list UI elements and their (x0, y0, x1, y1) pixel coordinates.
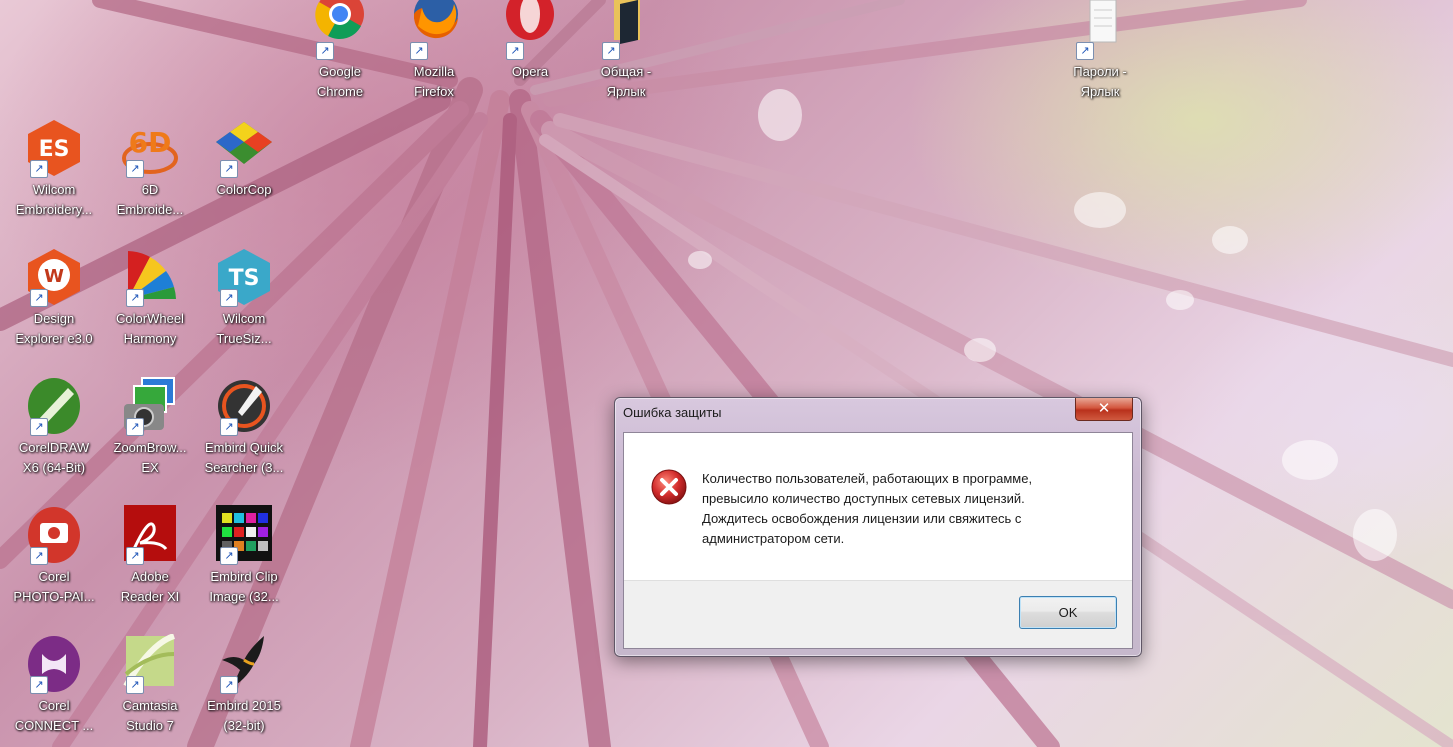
shortcut-arrow-icon: ↗ (410, 42, 428, 60)
firefox-icon-frame: ↗ (404, 0, 464, 60)
shortcut-arrow-icon: ↗ (126, 418, 144, 436)
document-icon-frame: ↗ (1070, 0, 1130, 60)
desktop-icon-wilcom-truesizer[interactable]: TS ↗ Wilcom TrueSiz... (198, 247, 290, 349)
desktop-icon-corel-photopaint[interactable]: ↗ Corel PHOTO-PAI... (8, 505, 100, 607)
embird-quick-icon-frame: ↗ (214, 376, 274, 436)
desktop-icon-label: Общая - Ярлык (600, 64, 652, 99)
desktop-icon-label: Wilcom Embroidery... (15, 182, 93, 217)
desktop-icon-label: ColorCop (216, 182, 272, 197)
camtasia-icon-frame: ↗ (120, 634, 180, 694)
opera-icon-frame: ↗ (500, 0, 560, 60)
desktop-icon-wilcom-es[interactable]: ES ↗ Wilcom Embroidery... (8, 118, 100, 220)
svg-text:W: W (44, 266, 64, 287)
corel-connect-icon-frame: ↗ (24, 634, 84, 694)
shortcut-arrow-icon: ↗ (30, 289, 48, 307)
security-error-dialog: Ошибка защиты ✕ Количество пользователей… (614, 397, 1142, 657)
coreldraw-icon-frame: ↗ (24, 376, 84, 436)
desktop-icon-embird-2015[interactable]: ↗ Embird 2015 (32-bit) (198, 634, 290, 736)
svg-text:6D: 6D (129, 126, 172, 159)
shortcut-arrow-icon: ↗ (30, 547, 48, 565)
svg-text:TS: TS (229, 266, 260, 291)
error-message: Количество пользователей, работающих в п… (702, 471, 1033, 546)
colorcop-icon-frame: ↗ (214, 118, 274, 178)
shortcut-arrow-icon: ↗ (126, 289, 144, 307)
shortcut-arrow-icon: ↗ (1076, 42, 1094, 60)
desktop-icon-label: 6D Embroide... (116, 182, 184, 217)
shortcut-arrow-icon: ↗ (602, 42, 620, 60)
design-explorer-icon-frame: W ↗ (24, 247, 84, 307)
desktop-icon-embird-quick[interactable]: ↗ Embird Quick Searcher (3... (198, 376, 290, 478)
folder-icon-frame: ↗ (596, 0, 656, 60)
desktop-icon-mozilla-firefox[interactable]: ↗ Mozilla Firefox (388, 0, 480, 102)
desktop-icon-label: Corel CONNECT ... (14, 698, 94, 733)
desktop-icon-design-explorer[interactable]: W ↗ Design Explorer e3.0 (8, 247, 100, 349)
shortcut-arrow-icon: ↗ (316, 42, 334, 60)
shortcut-arrow-icon: ↗ (220, 418, 238, 436)
close-button[interactable]: ✕ (1075, 398, 1133, 421)
desktop-icon-opera[interactable]: ↗ Opera (484, 0, 576, 82)
dialog-body: Количество пользователей, работающих в п… (623, 432, 1133, 649)
desktop-icon-label: Google Chrome (316, 64, 364, 99)
desktop-icon-label: Camtasia Studio 7 (122, 698, 178, 733)
desktop-icon-label: Design Explorer e3.0 (15, 311, 93, 346)
desktop-icon-zoombrowser[interactable]: ↗ ZoomBrow... EX (104, 376, 196, 478)
desktop-icon-6d-embroidery[interactable]: 6D ↗ 6D Embroide... (104, 118, 196, 220)
desktop-icon-label: Wilcom TrueSiz... (216, 311, 272, 346)
desktop-icon-colorwheel[interactable]: ↗ ColorWheel Harmony (104, 247, 196, 349)
desktop-icon-label: CorelDRAW X6 (64-Bit) (18, 440, 90, 475)
embird-clip-icon-frame: ↗ (214, 505, 274, 565)
svg-text:ES: ES (39, 137, 70, 162)
desktop-icon-coreldraw[interactable]: ↗ CorelDRAW X6 (64-Bit) (8, 376, 100, 478)
desktop-icon-label: Mozilla Firefox (413, 64, 455, 99)
adobe-reader-icon-frame: ↗ (120, 505, 180, 565)
dialog-title: Ошибка защиты (623, 405, 722, 420)
shortcut-arrow-icon: ↗ (126, 547, 144, 565)
shortcut-arrow-icon: ↗ (30, 418, 48, 436)
shortcut-arrow-icon: ↗ (30, 676, 48, 694)
shortcut-arrow-icon: ↗ (220, 547, 238, 565)
desktop-icon-embird-clip[interactable]: ↗ Embird Clip Image (32... (198, 505, 290, 607)
shortcut-arrow-icon: ↗ (220, 676, 238, 694)
shortcut-arrow-icon: ↗ (30, 160, 48, 178)
desktop-icon-corel-connect[interactable]: ↗ Corel CONNECT ... (8, 634, 100, 736)
ok-button[interactable]: OK (1019, 596, 1117, 629)
desktop-icon-label: Пароли - Ярлык (1073, 64, 1127, 99)
desktop-icon-label: Adobe Reader XI (120, 569, 180, 604)
dialog-footer: OK (624, 580, 1132, 648)
desktop-icon-paroli[interactable]: ↗ Пароли - Ярлык (1054, 0, 1146, 102)
truesizer-icon-frame: TS ↗ (214, 247, 274, 307)
desktop-icon-label: Embird Quick Searcher (3... (204, 440, 284, 475)
shortcut-arrow-icon: ↗ (220, 289, 238, 307)
desktop-icon-label: Opera (511, 64, 549, 79)
6d-icon-frame: 6D ↗ (120, 118, 180, 178)
desktop-icon-colorcop[interactable]: ↗ ColorCop (198, 118, 290, 200)
embird-icon-frame: ↗ (214, 634, 274, 694)
shortcut-arrow-icon: ↗ (506, 42, 524, 60)
error-icon (651, 469, 687, 505)
desktop-icon-adobe-reader[interactable]: ↗ Adobe Reader XI (104, 505, 196, 607)
desktop-icon-camtasia[interactable]: ↗ Camtasia Studio 7 (104, 634, 196, 736)
desktop-icon-label: Embird 2015 (32-bit) (207, 698, 281, 733)
shortcut-arrow-icon: ↗ (126, 676, 144, 694)
desktop-icon-google-chrome[interactable]: ↗ Google Chrome (294, 0, 386, 102)
colorwheel-icon-frame: ↗ (120, 247, 180, 307)
chrome-icon-frame: ↗ (310, 0, 370, 60)
desktop-icon-obshchaya[interactable]: ↗ Общая - Ярлык (580, 0, 672, 102)
wilcom-es-icon-frame: ES ↗ (24, 118, 84, 178)
desktop-icon-label: ColorWheel Harmony (116, 311, 184, 346)
photopaint-icon-frame: ↗ (24, 505, 84, 565)
desktop-icon-label: ZoomBrow... EX (113, 440, 187, 475)
desktop-icon-label: Corel PHOTO-PAI... (13, 569, 95, 604)
shortcut-arrow-icon: ↗ (126, 160, 144, 178)
desktop-icon-label: Embird Clip Image (32... (209, 569, 279, 604)
shortcut-arrow-icon: ↗ (220, 160, 238, 178)
zoombrowser-icon-frame: ↗ (120, 376, 180, 436)
